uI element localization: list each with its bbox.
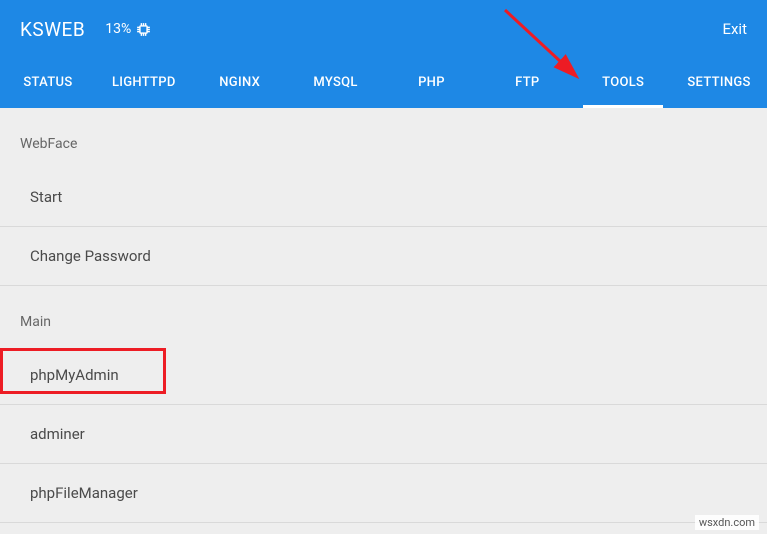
tab-php[interactable]: PHP bbox=[384, 58, 480, 108]
battery-status: 13% bbox=[105, 21, 152, 38]
content-area: WebFace Start Change Password Main phpMy… bbox=[0, 108, 767, 534]
main-section: phpMyAdmin adminer phpFileManager bbox=[0, 346, 767, 523]
exit-button[interactable]: Exit bbox=[722, 20, 747, 38]
app-header: KSWEB 13% Exit STATUS LIGHTTPD NGINX MYS… bbox=[0, 0, 767, 108]
tab-tools[interactable]: TOOLS bbox=[575, 58, 671, 108]
tab-status[interactable]: STATUS bbox=[0, 58, 96, 108]
tab-mysql[interactable]: MYSQL bbox=[288, 58, 384, 108]
section-main-label: Main bbox=[0, 286, 767, 346]
list-item-adminer[interactable]: adminer bbox=[0, 405, 767, 464]
section-webface-label: WebFace bbox=[0, 108, 767, 168]
top-bar-left: KSWEB 13% bbox=[20, 18, 152, 41]
list-item-change-password[interactable]: Change Password bbox=[0, 227, 767, 286]
list-item-phpfilemanager[interactable]: phpFileManager bbox=[0, 464, 767, 523]
cpu-chip-icon bbox=[135, 21, 152, 38]
tab-bar: STATUS LIGHTTPD NGINX MYSQL PHP FTP TOOL… bbox=[0, 58, 767, 108]
tab-settings[interactable]: SETTINGS bbox=[671, 58, 767, 108]
top-bar: KSWEB 13% Exit bbox=[0, 0, 767, 58]
watermark: wsxdn.com bbox=[695, 515, 759, 530]
list-item-start[interactable]: Start bbox=[0, 168, 767, 227]
tab-ftp[interactable]: FTP bbox=[479, 58, 575, 108]
list-item-phpmyadmin[interactable]: phpMyAdmin bbox=[0, 346, 767, 405]
tab-nginx[interactable]: NGINX bbox=[192, 58, 288, 108]
tab-lighttpd[interactable]: LIGHTTPD bbox=[96, 58, 192, 108]
battery-percent: 13% bbox=[105, 21, 131, 37]
app-title: KSWEB bbox=[20, 18, 85, 41]
